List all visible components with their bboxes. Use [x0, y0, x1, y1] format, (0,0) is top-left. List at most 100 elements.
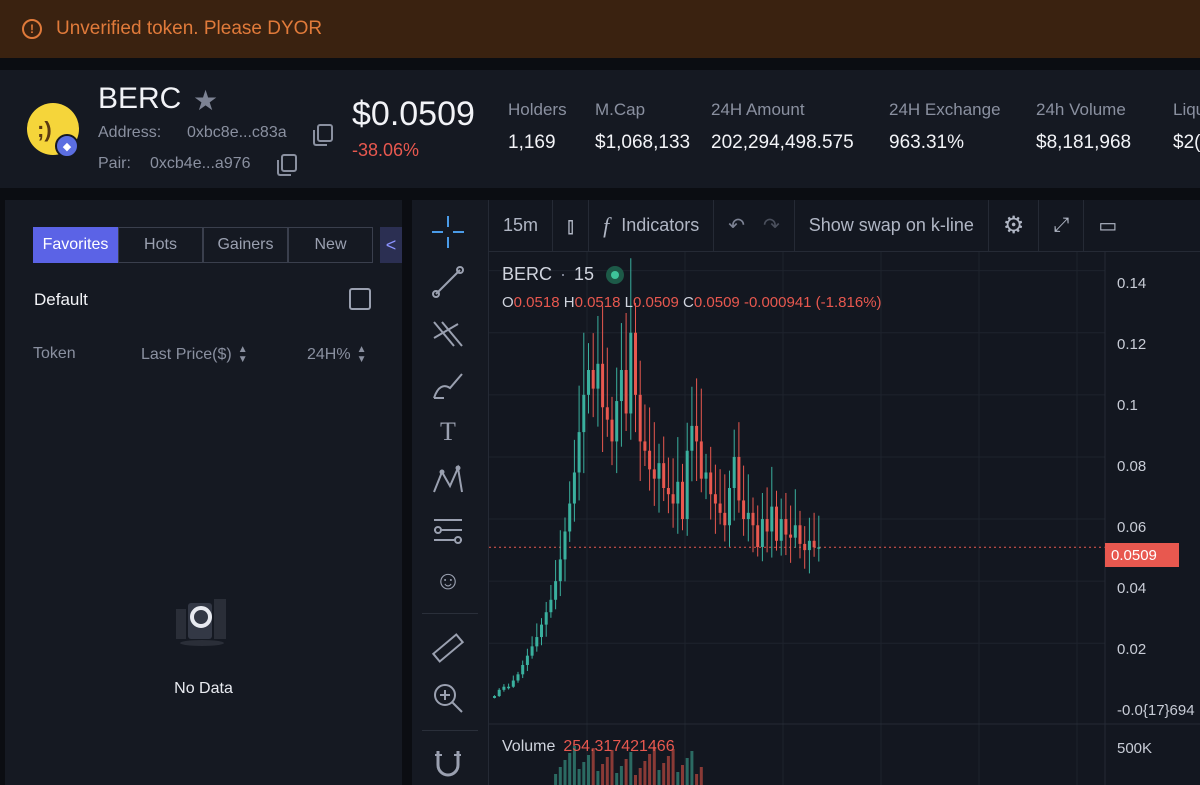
candle	[732, 456, 736, 488]
candle	[695, 425, 699, 442]
tab-new[interactable]: New	[288, 227, 373, 263]
candle	[756, 525, 760, 547]
volume-bar	[657, 770, 661, 785]
position-tool-icon[interactable]	[430, 512, 466, 548]
candle	[568, 503, 572, 532]
volume-bar	[577, 769, 581, 785]
candle	[746, 512, 750, 520]
edit-icon[interactable]	[349, 288, 371, 310]
candle	[775, 506, 778, 541]
y-tick: 0.06	[1117, 519, 1147, 536]
candle	[549, 599, 553, 613]
fib-channel-icon[interactable]	[430, 316, 466, 352]
stat-24h-exchange: 24H Exchange 963.31%	[889, 100, 1001, 153]
volume-bar	[634, 775, 637, 785]
candle	[676, 481, 680, 504]
candle	[671, 494, 675, 504]
candle	[807, 540, 811, 551]
column-last-price[interactable]: Last Price($) ▲ ▼	[141, 345, 248, 365]
y-tick: 0.02	[1117, 641, 1147, 658]
tab-favorites[interactable]: Favorites	[33, 227, 118, 263]
candle	[591, 370, 595, 389]
candle	[511, 680, 515, 687]
no-data-text: No Data	[174, 680, 233, 697]
candle	[760, 519, 764, 547]
candle	[582, 394, 586, 433]
candle	[493, 696, 496, 698]
volume-bar	[605, 757, 609, 785]
candle	[596, 363, 600, 389]
candle	[709, 472, 713, 495]
candle	[662, 463, 666, 488]
column-token: Token	[33, 345, 76, 362]
brush-icon[interactable]	[430, 366, 466, 402]
crosshair-icon[interactable]	[430, 214, 466, 250]
stat-holders: Holders 1,169	[508, 100, 567, 153]
candle	[737, 456, 741, 501]
candle	[638, 394, 642, 442]
volume-legend: Volume 254.317421466	[502, 738, 675, 755]
price-chart[interactable]: 15m ⫾ f Indicators ↶ ↷ Show swap on k-li…	[489, 199, 1200, 785]
watchlist-tabs: Favorites Hots Gainers New	[33, 227, 373, 263]
volume-bar	[690, 751, 694, 785]
drawing-toolbar: T ☺	[412, 200, 489, 785]
volume-bar	[643, 761, 647, 785]
magnet-icon[interactable]	[430, 745, 466, 781]
tab-gainers[interactable]: Gainers	[203, 227, 288, 263]
stat-market-cap: M.Cap $1,068,133	[595, 100, 691, 153]
candle	[817, 547, 821, 549]
volume-bar	[563, 760, 567, 785]
chart-legend-symbol: BERC · 15	[502, 264, 625, 285]
sort-icon[interactable]: ▲ ▼	[357, 345, 367, 365]
candle	[577, 432, 581, 473]
candle	[497, 689, 501, 697]
column-24h-change[interactable]: 24H% ▲ ▼	[307, 345, 366, 365]
volume-bar	[596, 771, 600, 785]
token-header: ;) ◆ BERC ★ Address: 0xbc8e...c83a Pair:…	[0, 70, 1200, 188]
candle	[742, 500, 746, 520]
pair-value: 0xcb4e...a976	[150, 155, 251, 172]
emoji-icon[interactable]: ☺	[430, 562, 466, 598]
copy-pair-icon[interactable]	[277, 154, 297, 176]
address-label: Address:	[98, 124, 162, 141]
warning-icon: !	[22, 19, 42, 39]
candle	[558, 559, 562, 582]
favorite-star-icon[interactable]: ★	[193, 84, 218, 117]
tab-hots[interactable]: Hots	[118, 227, 203, 263]
candle	[784, 519, 788, 535]
volume-bar	[558, 767, 562, 785]
stat-liquidity: Liqu $2(	[1173, 100, 1200, 153]
candle	[544, 612, 548, 625]
candle	[572, 472, 576, 504]
candle	[624, 370, 628, 414]
candle	[666, 488, 670, 495]
collapse-panel-button[interactable]: <	[380, 227, 402, 263]
candle	[713, 494, 717, 504]
candlestick-plot[interactable]	[489, 200, 1200, 785]
candle	[521, 665, 525, 675]
text-tool-icon[interactable]: T	[430, 414, 466, 450]
y-tick: 0.04	[1117, 580, 1147, 597]
copy-address-icon[interactable]	[313, 124, 333, 146]
volume-bar	[681, 765, 684, 785]
candle	[751, 512, 755, 526]
pattern-icon[interactable]	[430, 462, 466, 498]
candle	[507, 686, 511, 689]
stat-24h-amount: 24H Amount 202,294,498.575	[711, 100, 854, 153]
candle	[563, 531, 567, 560]
candle	[728, 488, 731, 526]
volume-bar	[666, 756, 670, 785]
candle	[648, 450, 652, 470]
address-value: 0xbc8e...c83a	[187, 124, 287, 141]
candle	[629, 332, 633, 414]
watchlist-panel: Favorites Hots Gainers New < Default Tok…	[5, 200, 402, 785]
price-change: -38.06%	[352, 140, 420, 160]
candle	[540, 624, 543, 638]
zoom-in-icon[interactable]	[430, 680, 466, 716]
token-name: BERC	[98, 82, 182, 115]
sort-icon[interactable]: ▲ ▼	[238, 345, 248, 365]
volume-bar	[638, 768, 642, 785]
ruler-icon[interactable]	[430, 630, 466, 666]
trend-line-icon[interactable]	[430, 264, 466, 300]
volume-bar	[568, 753, 572, 785]
